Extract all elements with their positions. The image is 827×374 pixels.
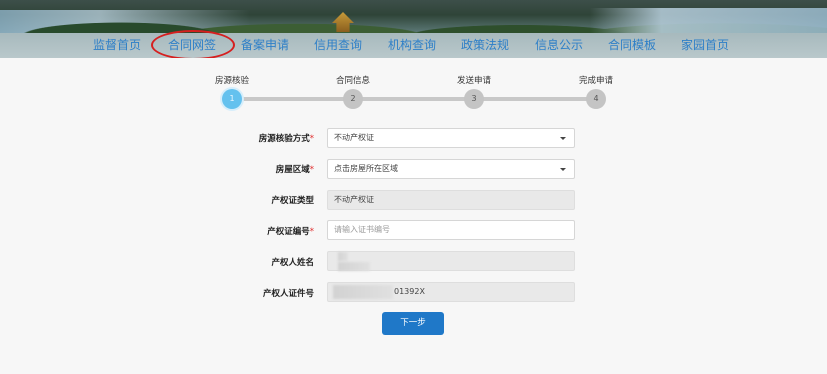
owner-id-label: 产权人证件号 xyxy=(262,289,314,299)
house-area-select[interactable]: 点击房屋所在区域 xyxy=(327,159,575,179)
cert-type-field: 不动产权证 xyxy=(327,190,575,210)
chevron-down-icon xyxy=(560,168,566,171)
banner-lake-right xyxy=(590,8,827,33)
redacted-name-block xyxy=(338,262,370,271)
redacted-id-block xyxy=(333,285,393,299)
owner-name-label: 产权人姓名 xyxy=(271,258,314,268)
nav-item-credit-query[interactable]: 信用查询 xyxy=(314,33,362,58)
step-label-3: 发送申请 xyxy=(456,76,492,86)
step-label-1: 房源核验 xyxy=(214,76,250,86)
chevron-down-icon xyxy=(560,137,566,140)
step-circle-2: 2 xyxy=(343,89,363,109)
nav-item-supervision-home[interactable]: 监督首页 xyxy=(93,33,141,58)
step-circle-1: 1 xyxy=(222,89,242,109)
next-step-button[interactable]: 下一步 xyxy=(382,312,444,335)
redacted-name-block xyxy=(338,252,348,261)
step-circle-4: 4 xyxy=(586,89,606,109)
cert-type-label: 产权证类型 xyxy=(271,196,314,206)
nav-item-home-portal[interactable]: 家园首页 xyxy=(681,33,729,58)
verify-method-select[interactable]: 不动产权证 xyxy=(327,128,575,148)
step-track xyxy=(232,97,596,101)
nav-item-agency-query[interactable]: 机构查询 xyxy=(388,33,436,58)
step-label-2: 合同信息 xyxy=(335,76,371,86)
required-mark: * xyxy=(309,134,314,144)
verify-method-label: 房源核验方式* xyxy=(258,134,314,144)
cert-number-label: 产权证编号* xyxy=(267,227,314,237)
nav-item-contract-signing[interactable]: 合同网签 xyxy=(168,33,216,58)
required-mark: * xyxy=(309,165,314,175)
house-area-label: 房屋区域* xyxy=(275,165,314,175)
header-banner xyxy=(0,0,827,33)
nav-item-contract-templates[interactable]: 合同模板 xyxy=(608,33,656,58)
required-mark: * xyxy=(309,227,314,237)
nav-item-policy-regulations[interactable]: 政策法规 xyxy=(461,33,509,58)
main-nav: 监督首页 合同网签 备案申请 信用查询 机构查询 政策法规 信息公示 合同模板 … xyxy=(0,33,827,58)
cert-number-input[interactable]: 请输入证书编号 xyxy=(327,220,575,240)
step-label-4: 完成申请 xyxy=(578,76,614,86)
nav-item-info-disclosure[interactable]: 信息公示 xyxy=(535,33,583,58)
step-circle-3: 3 xyxy=(464,89,484,109)
nav-item-filing-application[interactable]: 备案申请 xyxy=(241,33,289,58)
